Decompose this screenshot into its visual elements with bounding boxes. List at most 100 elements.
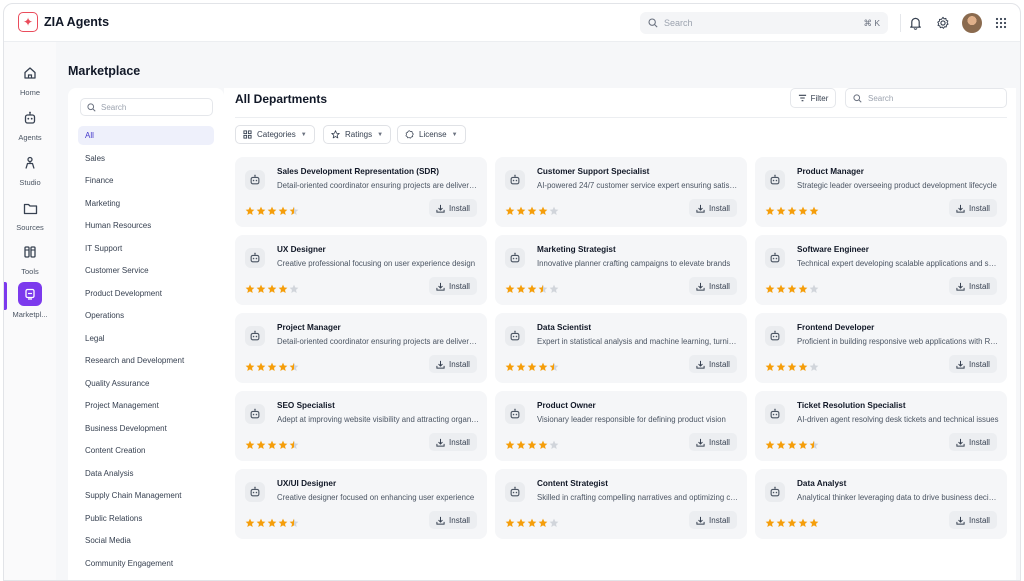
category-item[interactable]: IT Support	[78, 239, 214, 258]
category-item[interactable]: Operations	[78, 306, 214, 325]
agent-search-input[interactable]: Search	[845, 88, 1007, 108]
rail-item-agents[interactable]: Agents	[4, 107, 56, 142]
category-item[interactable]: Research and Development	[78, 351, 214, 370]
agent-card[interactable]: Data Analyst Analytical thinker leveragi…	[755, 469, 1007, 539]
star-icon	[538, 203, 548, 221]
category-item[interactable]: Product Development	[78, 284, 214, 303]
categories-dropdown[interactable]: Categories ▼	[235, 125, 315, 144]
ratings-dropdown-label: Ratings	[345, 130, 373, 139]
category-item[interactable]: Sales	[78, 149, 214, 168]
agent-card[interactable]: Customer Support Specialist AI-powered 2…	[495, 157, 747, 227]
install-button[interactable]: Install	[689, 433, 737, 451]
install-button[interactable]: Install	[429, 199, 477, 217]
robot-icon	[245, 482, 265, 502]
category-item[interactable]: Legal	[78, 329, 214, 348]
filter-button[interactable]: Filter	[790, 88, 836, 108]
install-button[interactable]: Install	[949, 199, 997, 217]
ratings-dropdown[interactable]: Ratings ▼	[323, 125, 392, 144]
install-button[interactable]: Install	[429, 277, 477, 295]
agent-card[interactable]: Product Owner Visionary leader responsib…	[495, 391, 747, 461]
star-icon	[245, 359, 255, 377]
category-item[interactable]: Content Creation	[78, 441, 214, 460]
star-icon	[776, 359, 786, 377]
apps-grid-button[interactable]	[992, 14, 1010, 32]
star-icon	[516, 515, 526, 533]
install-button[interactable]: Install	[429, 433, 477, 451]
agent-description: AI-powered 24/7 customer service expert …	[537, 181, 739, 190]
install-button[interactable]: Install	[429, 355, 477, 373]
category-item[interactable]: Data Analysis	[78, 464, 214, 483]
install-button[interactable]: Install	[689, 277, 737, 295]
install-button[interactable]: Install	[689, 355, 737, 373]
robot-icon	[245, 404, 265, 424]
category-item[interactable]: Finance	[78, 171, 214, 190]
rail-item-marketplace[interactable]: Marketpl...	[4, 282, 56, 319]
star-icon	[245, 203, 255, 221]
category-item[interactable]: Community Engagement	[78, 554, 214, 573]
robot-icon	[765, 248, 785, 268]
install-button[interactable]: Install	[689, 511, 737, 529]
install-button[interactable]: Install	[429, 511, 477, 529]
category-item[interactable]: Social Media	[78, 531, 214, 550]
notifications-button[interactable]	[906, 14, 924, 32]
install-button[interactable]: Install	[949, 433, 997, 451]
rail-label-home: Home	[19, 88, 40, 97]
folder-icon	[19, 197, 41, 219]
category-item[interactable]: Customer Service	[78, 261, 214, 280]
agent-card[interactable]: Product Manager Strategic leader oversee…	[755, 157, 1007, 227]
agent-description: Skilled in crafting compelling narrative…	[537, 493, 739, 502]
star-icon	[809, 515, 819, 533]
agent-card[interactable]: SEO Specialist Adept at improving websit…	[235, 391, 487, 461]
category-item[interactable]: All	[78, 126, 214, 145]
category-list: All Sales Finance Marketing Human Resources I…	[78, 126, 214, 580]
install-button[interactable]: Install	[949, 355, 997, 373]
category-item[interactable]: Supply Chain Management	[78, 486, 214, 505]
install-button[interactable]: Install	[949, 277, 997, 295]
agent-card[interactable]: Project Manager Detail-oriented coordina…	[235, 313, 487, 383]
agent-card[interactable]: Marketing Strategist Innovative planner …	[495, 235, 747, 305]
install-button-label: Install	[709, 281, 730, 291]
star-icon	[278, 281, 288, 299]
category-item[interactable]: Business Development	[78, 419, 214, 438]
agent-rating	[245, 281, 299, 299]
agent-rating	[505, 281, 559, 299]
agent-card[interactable]: Content Strategist Skilled in crafting c…	[495, 469, 747, 539]
star-icon	[245, 281, 255, 299]
rail-item-home[interactable]: Home	[4, 62, 56, 97]
agent-card[interactable]: UX/UI Designer Creative designer focused…	[235, 469, 487, 539]
category-item[interactable]: Training and Development	[78, 576, 214, 580]
search-icon	[87, 102, 96, 112]
agent-card[interactable]: Software Engineer Technical expert devel…	[755, 235, 1007, 305]
star-icon	[256, 515, 266, 533]
agent-card[interactable]: Ticket Resolution Specialist AI-driven a…	[755, 391, 1007, 461]
star-icon	[538, 437, 548, 455]
app-logo[interactable]: ✦ ZIA Agents	[18, 12, 109, 32]
rail-item-sources[interactable]: Sources	[4, 197, 56, 232]
category-search-input[interactable]: Search	[80, 98, 213, 116]
license-dropdown[interactable]: License ▼	[397, 125, 466, 144]
settings-button[interactable]	[934, 14, 952, 32]
category-item[interactable]: Public Relations	[78, 509, 214, 528]
user-avatar[interactable]	[962, 13, 982, 33]
star-icon	[549, 281, 559, 299]
agent-name: Content Strategist	[537, 479, 608, 488]
global-search-input[interactable]: Search ⌘ K	[640, 12, 888, 34]
rail-item-tools[interactable]: Tools	[4, 241, 56, 276]
rail-item-studio[interactable]: Studio	[4, 152, 56, 187]
download-icon	[436, 516, 445, 525]
install-button[interactable]: Install	[949, 511, 997, 529]
agent-card[interactable]: UX Designer Creative professional focusi…	[235, 235, 487, 305]
category-item[interactable]: Human Resources	[78, 216, 214, 235]
agent-card[interactable]: Frontend Developer Proficient in buildin…	[755, 313, 1007, 383]
category-item[interactable]: Project Management	[78, 396, 214, 415]
agent-card[interactable]: Data Scientist Expert in statistical ana…	[495, 313, 747, 383]
download-icon	[436, 438, 445, 447]
category-item[interactable]: Marketing	[78, 194, 214, 213]
category-item[interactable]: Quality Assurance	[78, 374, 214, 393]
agent-card[interactable]: Sales Development Representation (SDR) D…	[235, 157, 487, 227]
agent-rating	[245, 515, 299, 533]
license-dropdown-label: License	[419, 130, 447, 139]
install-button[interactable]: Install	[689, 199, 737, 217]
robot-icon	[765, 170, 785, 190]
agent-name: Data Scientist	[537, 323, 592, 332]
